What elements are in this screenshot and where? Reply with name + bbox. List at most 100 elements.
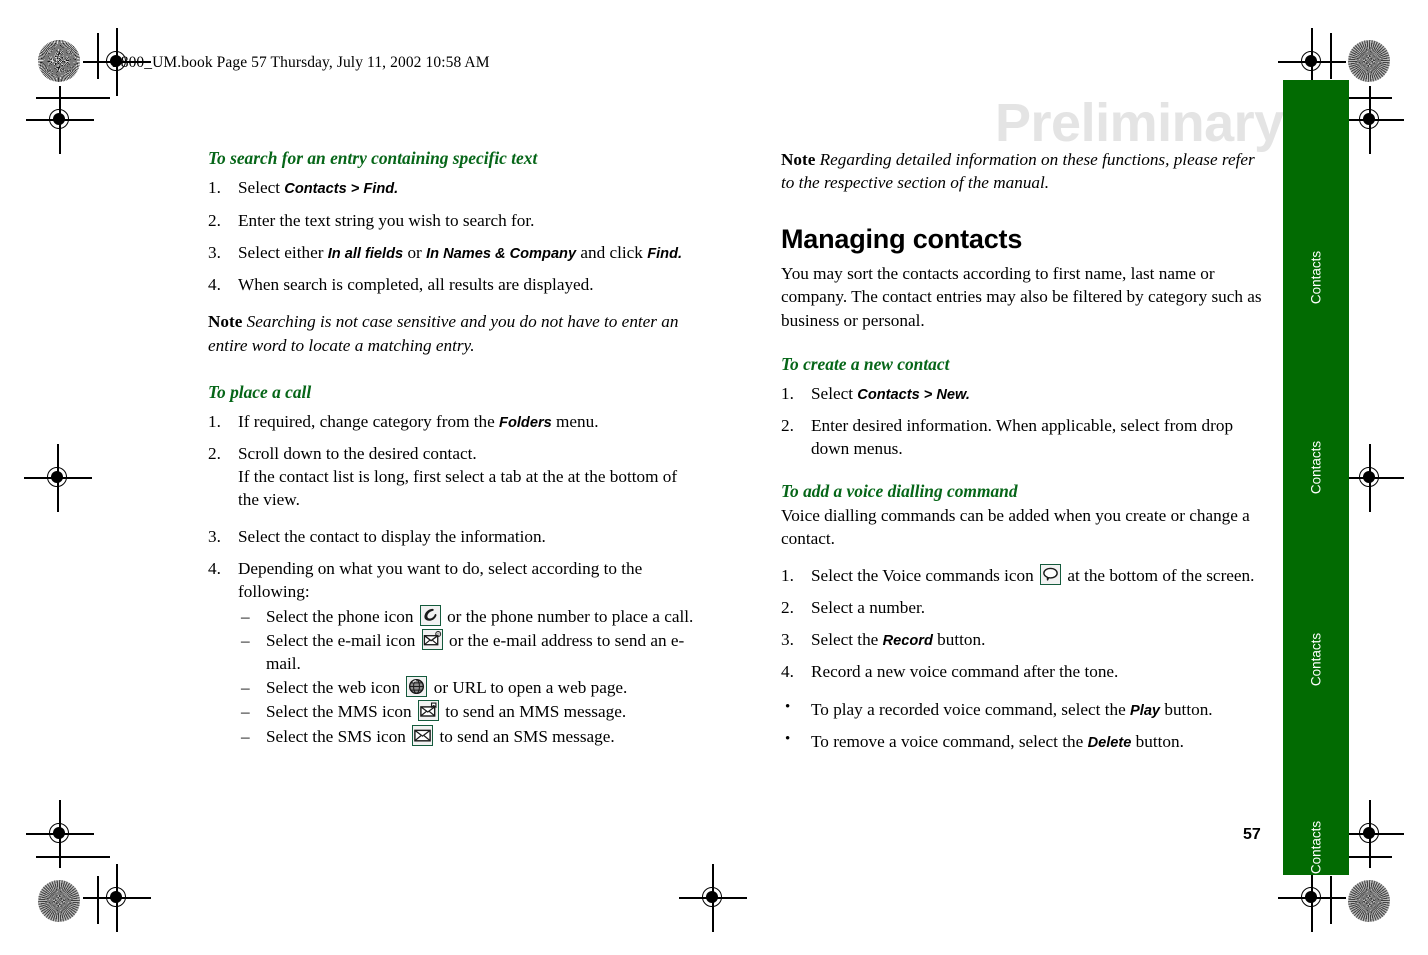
list-item: 2. Enter the text string you wish to sea…: [208, 209, 698, 232]
dash-bullet: –: [241, 702, 250, 722]
voice-command-steps-list: 1. Select the Voice commands icon at the…: [781, 563, 1271, 684]
step-text: Select a number.: [811, 597, 926, 617]
trim-line-left-top: [36, 97, 110, 99]
list-item: 4. When search is completed, all results…: [208, 273, 698, 296]
list-item: 1. Select Contacts > New.: [781, 382, 1271, 406]
step-text: Select either: [238, 242, 328, 262]
list-item: 1. Select Contacts > Find.: [208, 176, 698, 200]
dash-bullet: –: [241, 678, 250, 698]
trim-line-bottom-left: [97, 876, 99, 924]
icon-action-list: – Select the phone icon or the phone num…: [238, 604, 698, 748]
step-text: Select the contact to display the inform…: [238, 526, 546, 546]
note-text: Regarding detailed information on these …: [781, 150, 1255, 193]
trim-line-bottom-right: [1330, 876, 1332, 924]
ui-term: Find.: [647, 245, 683, 262]
chapter-side-tab: Contacts Contacts Contacts Contacts: [1283, 80, 1349, 875]
step-text: button.: [932, 629, 986, 649]
registration-mark-mid-right: [1336, 444, 1404, 512]
step-text: at the bottom of the screen.: [1063, 565, 1255, 585]
note-text: Searching is not case sensitive and you …: [208, 312, 679, 355]
item-text: or URL to open a web page.: [429, 678, 628, 698]
ui-term: Contacts > Find.: [284, 180, 399, 197]
registration-mark-mid-left: [24, 444, 92, 512]
ui-term: Record: [882, 632, 933, 649]
step-text: Select the Voice commands icon: [811, 565, 1039, 585]
step-text: When search is completed, all results ar…: [238, 275, 594, 295]
section-intro-paragraph: You may sort the contacts according to f…: [781, 264, 1262, 330]
file-header-line: P800_UM.book Page 57 Thursday, July 11, …: [112, 54, 490, 71]
phone-icon: [419, 604, 441, 626]
registration-mark-top-left-outer: [26, 86, 94, 154]
item-text: Select the SMS icon: [266, 726, 411, 746]
ui-term: Folders: [499, 414, 552, 431]
item-text: Select the MMS icon: [266, 702, 416, 722]
step-text: Scroll down to the desired contact.: [238, 444, 477, 464]
step-text: If required, change category from the: [238, 411, 500, 431]
list-item: 3. Select either In all fields or In Nam…: [208, 241, 698, 265]
step-text: Record a new voice command after the ton…: [811, 662, 1119, 682]
item-text: Select the e-mail icon: [266, 631, 420, 650]
note-label: Note: [208, 312, 243, 332]
list-item: – Select the web icon or URL to open a w…: [238, 676, 698, 699]
trim-line-left-bottom: [36, 856, 110, 858]
step-number: 4.: [208, 558, 221, 578]
heading-search-entry: To search for an entry containing specif…: [208, 148, 538, 168]
call-steps-list: 1. If required, change category from the…: [208, 410, 698, 748]
step-number: 4.: [781, 662, 794, 682]
step-number: 2.: [208, 210, 221, 230]
voice-intro-paragraph: Voice dialling commands can be added whe…: [781, 506, 1250, 549]
list-item: – Select the phone icon or the phone num…: [238, 604, 698, 628]
registration-mark-bottom-right-outer: [1336, 800, 1404, 868]
voice-bubble-icon: [1040, 563, 1062, 585]
step-number: 1.: [208, 177, 221, 197]
item-text: button.: [1160, 699, 1213, 719]
left-column: To search for an entry containing specif…: [208, 148, 698, 750]
sms-icon: [412, 724, 434, 746]
page-title: Managing contacts: [781, 224, 1023, 255]
item-text: or the phone number to place a call.: [442, 606, 694, 626]
step-number: 4.: [208, 275, 221, 295]
list-item: 1. If required, change category from the…: [208, 410, 698, 434]
heading-create-contact: To create a new contact: [781, 353, 950, 374]
item-text: to send an SMS message.: [435, 726, 615, 746]
registration-mark-top-right-inner: [1278, 28, 1346, 96]
registration-mark-bottom-left-outer: [26, 800, 94, 868]
trim-line-top-left: [97, 33, 99, 79]
side-tab-label-3: Contacts: [1308, 632, 1324, 687]
voice-command-extra-list: • To play a recorded voice command, sele…: [781, 698, 1271, 754]
list-item: – Select the MMS icon to send an MMS mes…: [238, 700, 698, 723]
list-item: 2. Select a number.: [781, 596, 1271, 619]
preliminary-watermark: Preliminary: [995, 93, 1284, 153]
radial-target-mark-top-left: [38, 40, 80, 82]
step-text: Depending on what you want to do, select…: [238, 558, 643, 601]
ui-term: Delete: [1087, 735, 1132, 752]
list-item: • To remove a voice command, select the …: [781, 730, 1271, 754]
step-number: 2.: [781, 416, 794, 436]
step-text: menu.: [551, 411, 599, 431]
item-text: To remove a voice command, select the: [811, 732, 1088, 752]
step-text: Select: [238, 177, 285, 197]
list-item: 4. Depending on what you want to do, sel…: [208, 557, 698, 748]
registration-mark-bottom-center: [679, 864, 747, 932]
list-item: • To play a recorded voice command, sele…: [781, 698, 1271, 722]
item-text: to send an MMS message.: [440, 702, 627, 722]
side-tab-label-1: Contacts: [1308, 250, 1324, 305]
step-text: Select the: [811, 629, 883, 649]
item-text: To play a recorded voice command, select…: [811, 699, 1131, 719]
side-tab-label-4: Contacts: [1308, 820, 1324, 875]
note-top: Note Regarding detailed information on t…: [781, 148, 1271, 194]
step-number: 1.: [781, 383, 794, 403]
mms-icon: [417, 700, 439, 722]
list-item: 2. Scroll down to the desired contact. I…: [208, 442, 698, 511]
list-item: – Select the SMS icon to send an SMS mes…: [238, 724, 698, 748]
step-text: Enter desired information. When applicab…: [811, 416, 1234, 459]
step-number: 2.: [781, 597, 794, 617]
list-item: 3. Select the contact to display the inf…: [208, 525, 698, 548]
heading-voice-dialling: To add a voice dialling command: [781, 481, 1018, 502]
step-number: 1.: [208, 411, 221, 431]
registration-mark-bottom-left-inner: [83, 864, 151, 932]
step-number: 3.: [208, 242, 221, 262]
bullet-glyph: •: [785, 698, 791, 715]
svg-text:@: @: [436, 632, 440, 636]
list-item: – Select the e-mail icon @ or the e-mail…: [238, 629, 698, 675]
